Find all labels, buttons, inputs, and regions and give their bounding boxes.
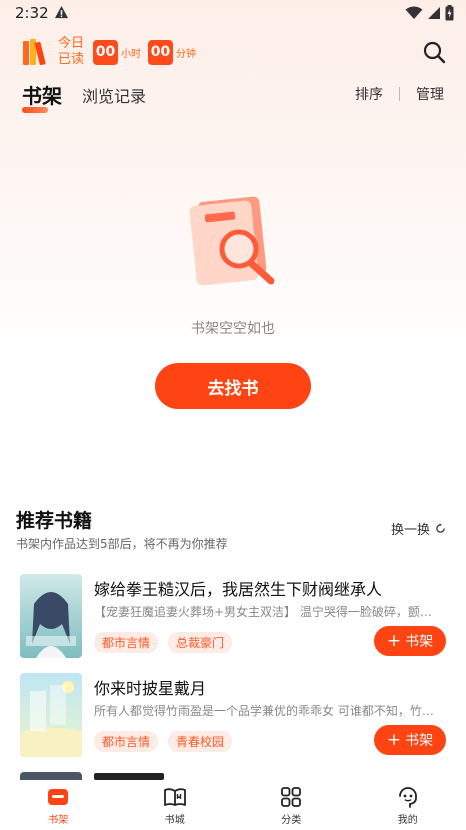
tab-history[interactable]: 浏览记录	[82, 83, 146, 109]
manage-button[interactable]: 管理	[416, 84, 444, 104]
empty-shelf-text: 书架空空如也	[191, 321, 275, 337]
search-icon[interactable]	[422, 40, 446, 64]
shelf-tools: 排序 管理	[355, 84, 444, 104]
book-cover	[20, 772, 82, 780]
hours-unit: 小时	[121, 48, 141, 60]
book-description: 【宠妻狂魔追妻火葬场+男女主双洁】 温宁哭得一脸破碎，颤抖着	[94, 605, 440, 619]
active-tab-indicator	[22, 107, 48, 113]
recommend-subtitle: 书架内作品达到5部后，将不再为你推荐	[16, 537, 228, 551]
open-book-icon	[163, 788, 186, 806]
book-tag[interactable]: 都市言情	[94, 632, 159, 653]
today-read-label: 今日 已读	[58, 36, 85, 67]
user-face-icon	[398, 787, 417, 808]
tools-divider	[399, 87, 400, 101]
empty-shelf-illustration	[189, 196, 275, 286]
book-cover[interactable]	[20, 673, 82, 757]
tab-bookshelf[interactable]: 书架	[22, 80, 62, 113]
plus-icon: +	[386, 729, 402, 750]
bookshelf-logo-icon	[23, 39, 46, 66]
book-tag[interactable]: 都市言情	[94, 731, 159, 752]
minutes-value: 00	[148, 39, 173, 65]
book-title[interactable]: 你来时披星戴月	[94, 675, 206, 699]
bookshelf-icon	[48, 789, 69, 805]
recommend-title: 推荐书籍	[16, 510, 93, 532]
nav-mine[interactable]: 我的	[350, 780, 466, 830]
sort-button[interactable]: 排序	[355, 84, 383, 104]
battery-icon	[445, 5, 454, 21]
nav-bookstore[interactable]: 书城	[117, 780, 234, 830]
status-bar: 2:32	[0, 0, 466, 26]
bottom-nav: 书架 书城 分类 我的	[0, 780, 466, 830]
add-to-shelf-button[interactable]: + 书架	[374, 725, 446, 755]
reading-time-header: 今日 已读 00 小时 00 分钟	[22, 33, 196, 71]
nav-bookshelf[interactable]: 书架	[0, 780, 117, 830]
add-to-shelf-button[interactable]: + 书架	[374, 626, 446, 656]
grid-icon	[281, 787, 302, 807]
book-cover[interactable]	[20, 574, 82, 658]
refresh-button[interactable]: 换一换	[391, 519, 446, 538]
book-item[interactable]: 你来时披星戴月 所有人都觉得竹雨盈是一个品学兼优的乖乖女 可谁都不知，竹雨盈 都…	[20, 673, 450, 759]
status-time: 2:32	[15, 4, 49, 22]
book-tag[interactable]: 青春校园	[168, 731, 233, 752]
warning-icon	[54, 5, 69, 19]
book-tag[interactable]: 总裁豪门	[168, 632, 233, 653]
minutes-unit: 分钟	[176, 48, 196, 60]
refresh-label: 换一换	[390, 523, 430, 538]
status-indicators	[405, 5, 454, 21]
find-book-button[interactable]: 去找书	[155, 363, 311, 409]
wifi-icon	[405, 6, 423, 19]
signal-icon	[428, 7, 440, 19]
nav-category[interactable]: 分类	[233, 780, 350, 830]
book-item-partial[interactable]	[20, 772, 450, 780]
shelf-tabs: 书架 浏览记录	[22, 80, 146, 113]
book-title[interactable]: 嫁给拳王糙汉后，我居然生下财阀继承人	[94, 576, 382, 600]
book-title-partial	[94, 773, 164, 780]
hours-value: 00	[93, 39, 118, 65]
book-item[interactable]: 嫁给拳王糙汉后，我居然生下财阀继承人 【宠妻狂魔追妻火葬场+男女主双洁】 温宁哭…	[20, 574, 450, 660]
plus-icon: +	[386, 630, 402, 651]
refresh-icon	[436, 523, 445, 533]
book-description: 所有人都觉得竹雨盈是一个品学兼优的乖乖女 可谁都不知，竹雨盈	[94, 704, 440, 718]
